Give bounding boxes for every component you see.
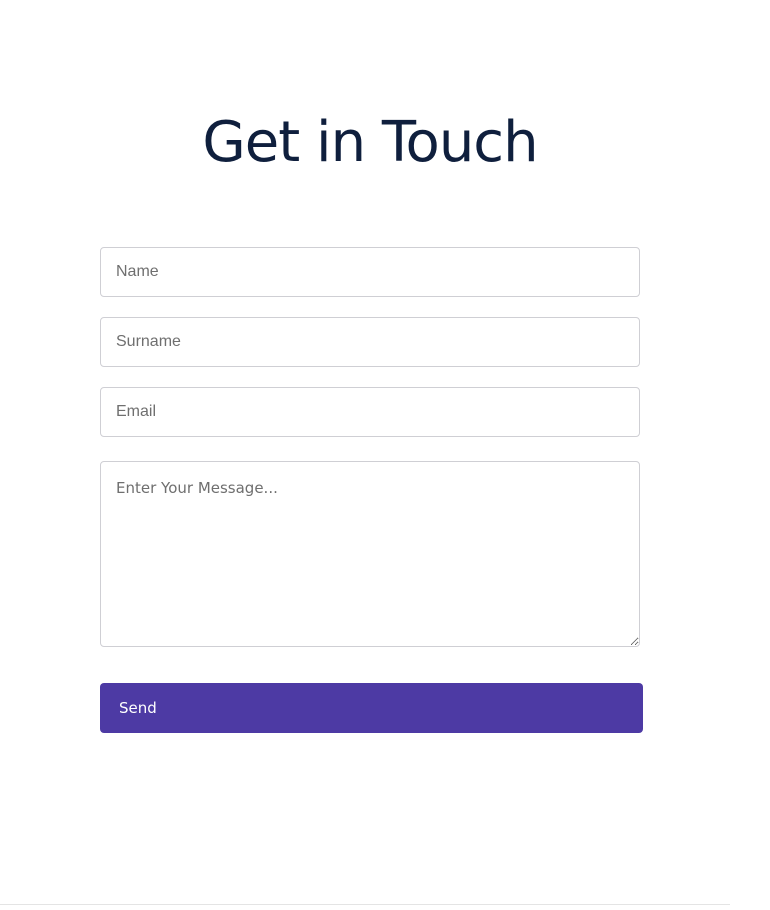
contact-page: Get in Touch Send bbox=[0, 0, 770, 910]
bottom-divider bbox=[0, 904, 730, 905]
name-input[interactable] bbox=[100, 247, 640, 297]
message-textarea[interactable] bbox=[100, 461, 640, 647]
email-input[interactable] bbox=[100, 387, 640, 437]
page-title: Get in Touch bbox=[202, 110, 538, 175]
send-button[interactable]: Send bbox=[100, 683, 643, 733]
surname-input[interactable] bbox=[100, 317, 640, 367]
